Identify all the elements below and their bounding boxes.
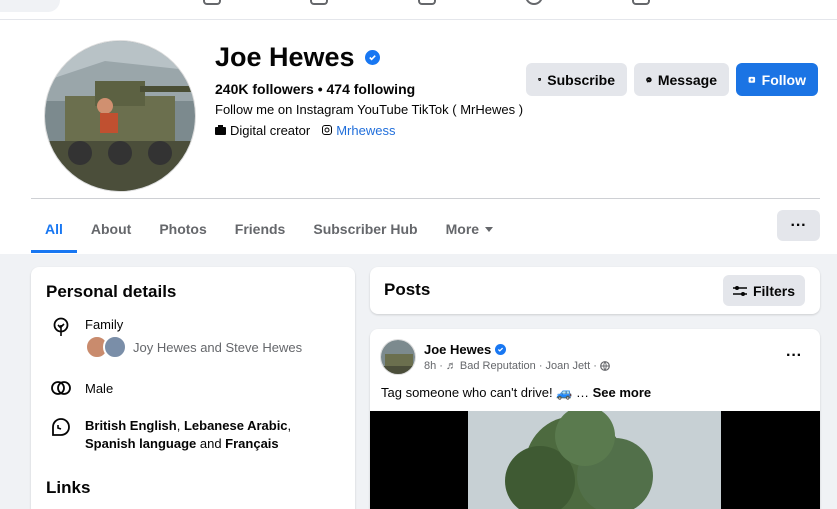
instagram-icon: [322, 123, 333, 138]
profile-tabs: All About Photos Friends Subscriber Hub …: [31, 205, 507, 253]
profile-bio: Follow me on Instagram YouTube TikTok ( …: [215, 102, 524, 117]
tab-photos[interactable]: Photos: [145, 205, 220, 253]
language-sep-1: ,: [176, 418, 184, 433]
caret-down-icon: [485, 226, 494, 232]
family-label: Family: [85, 317, 124, 332]
family-avatar-2: [103, 335, 127, 359]
post-author-name[interactable]: Joe Hewes: [424, 342, 491, 357]
post-author-avatar[interactable]: [380, 339, 416, 375]
links-title: Links: [46, 478, 91, 497]
language-sep-3: and: [196, 436, 226, 451]
see-more-link[interactable]: See more: [593, 385, 652, 400]
profile-name-row: Joe Hewes: [215, 42, 380, 73]
tab-subscriber-hub[interactable]: Subscriber Hub: [299, 205, 431, 253]
intro-card: Personal details Family Joy Hewes and St…: [31, 267, 355, 509]
language-2[interactable]: Lebanese Arabic: [184, 418, 288, 433]
shield-icon: [538, 78, 542, 82]
gender-icon: [51, 381, 71, 395]
post-time[interactable]: 8h: [424, 360, 436, 372]
filters-label: Filters: [752, 282, 795, 299]
top-navigation-bar: [0, 0, 837, 20]
language-1[interactable]: British English: [85, 418, 177, 433]
post-options-button[interactable]: ···: [786, 347, 802, 365]
profile-category: Digital creator: [230, 123, 311, 138]
post-video[interactable]: [370, 406, 820, 509]
follow-icon: [748, 76, 756, 83]
profile-avatar[interactable]: [44, 40, 196, 192]
groups-icon[interactable]: [525, 0, 543, 5]
avatar-photo: [45, 41, 195, 191]
music-note-icon: ♬: [445, 360, 457, 372]
subscribe-label: Subscribe: [547, 71, 615, 88]
follower-stats[interactable]: 240K followers • 474 following: [215, 81, 415, 97]
language-icon: [52, 418, 70, 436]
tab-more[interactable]: More: [432, 205, 507, 253]
tab-about[interactable]: About: [77, 205, 145, 253]
globe-icon: [599, 361, 610, 371]
family-tree-icon: [53, 317, 69, 336]
tab-more-label: More: [445, 221, 480, 237]
posts-title: Posts: [384, 280, 431, 299]
post-meta: 8h · ♬ Bad Reputation · Joan Jett ·: [424, 360, 610, 372]
messenger-icon: [646, 76, 652, 83]
gaming-icon[interactable]: [632, 0, 650, 5]
language-sep-2: ,: [287, 418, 292, 433]
profile-meta: Digital creator Mrhewess: [215, 123, 395, 138]
profile-more-options-button[interactable]: ···: [777, 210, 820, 241]
follow-button[interactable]: Follow: [736, 63, 818, 96]
post-card: Joe Hewes 8h · ♬ Bad Reputation · Joan J…: [370, 329, 820, 509]
languages-value: British English, Lebanese Arabic, Spanis…: [85, 417, 335, 453]
filters-button[interactable]: Filters: [722, 275, 805, 306]
post-body: Tag someone who can't drive! 🚙 …: [381, 385, 593, 400]
post-author: Joe Hewes: [424, 342, 507, 357]
gender-detail: Male: [51, 380, 113, 396]
personal-details-title: Personal details: [46, 282, 177, 301]
category-icon: [215, 123, 226, 138]
tab-all[interactable]: All: [31, 205, 77, 253]
verified-badge-icon: [364, 50, 380, 65]
filters-icon: [732, 285, 747, 296]
tab-friends[interactable]: Friends: [221, 205, 300, 253]
gender-value: Male: [85, 380, 114, 396]
instagram-link[interactable]: Mrhewess: [336, 123, 395, 138]
subscribe-button[interactable]: Subscribe: [526, 63, 627, 96]
family-names: Joy Hewes and Steve Hewes: [133, 339, 303, 355]
language-4[interactable]: Français: [225, 436, 278, 451]
languages-detail: British English, Lebanese Arabic, Spanis…: [51, 417, 335, 453]
family-members[interactable]: Joy Hewes and Steve Hewes: [85, 335, 302, 359]
video-icon[interactable]: [310, 0, 328, 5]
family-detail: Family Joy Hewes and Steve Hewes: [51, 317, 302, 359]
post-song[interactable]: Bad Reputation · Joan Jett ·: [460, 360, 597, 372]
posts-header-card: Posts Filters: [370, 267, 820, 314]
post-text: Tag someone who can't drive! 🚙 … See mor…: [381, 385, 651, 401]
marketplace-icon[interactable]: [418, 0, 436, 5]
header-divider: [31, 198, 820, 199]
search-pill[interactable]: [0, 0, 60, 12]
post-verified-icon: [495, 344, 507, 355]
follow-label: Follow: [761, 71, 806, 88]
message-label: Message: [657, 71, 717, 88]
message-button[interactable]: Message: [634, 63, 729, 96]
language-3[interactable]: Spanish language: [85, 436, 196, 451]
post-avatar-photo: [381, 340, 415, 374]
video-frame: [370, 406, 820, 509]
profile-name: Joe Hewes: [215, 42, 355, 72]
home-icon[interactable]: [203, 0, 221, 5]
